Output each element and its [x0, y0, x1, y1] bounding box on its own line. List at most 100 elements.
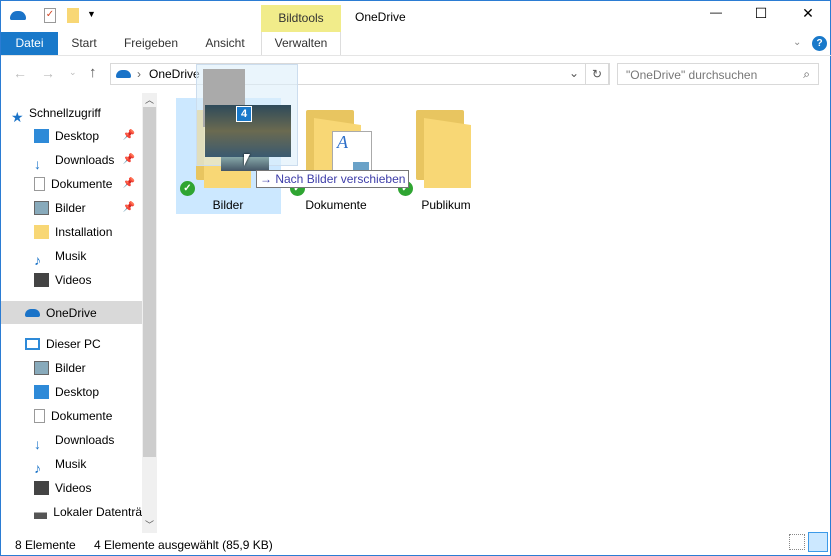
nav-quick-downloads[interactable]: ↓ Downloads 📌 [34, 149, 141, 172]
pin-icon[interactable]: 📌 [123, 197, 135, 219]
window-title: OneDrive [355, 10, 406, 24]
nav-label: Musik [55, 457, 87, 471]
videos-icon [34, 481, 49, 495]
music-icon: ♪ [34, 460, 41, 476]
drag-count-badge: 4 [236, 106, 252, 122]
documents-icon [34, 177, 45, 191]
nav-quick-videos[interactable]: Videos [34, 269, 141, 291]
desktop-icon [34, 385, 49, 399]
tab-ansicht[interactable]: Ansicht [197, 32, 253, 55]
breadcrumb-onedrive[interactable]: OneDrive [149, 67, 200, 81]
navigation-pane: ★ Schnellzugriff Desktop 📌 ↓ Downloads 📌 Dok… [1, 93, 157, 533]
up-button[interactable]: ↑ [89, 64, 97, 81]
address-dropdown-icon[interactable]: ⌄ [569, 66, 579, 80]
onedrive-icon [10, 11, 26, 20]
context-tab-bildtools: Bildtools [261, 5, 341, 32]
sync-check-icon: ✓ [180, 181, 195, 196]
documents-icon [34, 409, 45, 423]
music-icon: ♪ [34, 252, 41, 268]
videos-icon [34, 273, 49, 287]
nav-pc-local-disk[interactable]: Lokaler Datenträ [34, 501, 142, 523]
search-input[interactable]: "OneDrive" durchsuchen ⌕ [617, 63, 819, 85]
quick-access-dropdown-icon[interactable]: ▼ [87, 9, 96, 19]
scroll-up-icon[interactable]: ︿ [145, 93, 154, 106]
pin-icon[interactable]: 📌 [123, 173, 135, 195]
nav-label: Dokumente [51, 409, 113, 423]
back-button[interactable]: ← [13, 65, 27, 81]
search-placeholder: "OneDrive" durchsuchen [626, 68, 758, 82]
ribbon-divider [1, 55, 831, 56]
downloads-icon: ↓ [34, 156, 41, 172]
nav-quick-bilder[interactable]: Bilder 📌 [34, 197, 141, 219]
nav-label: Dokumente [51, 177, 113, 191]
nav-label: Videos [55, 481, 92, 495]
pin-icon[interactable]: 📌 [123, 149, 135, 171]
help-button[interactable]: ? [812, 36, 827, 51]
tab-datei[interactable]: Datei [1, 32, 58, 55]
nav-label: Videos [55, 273, 92, 287]
drive-icon [34, 505, 48, 519]
breadcrumb-separator-icon: › [137, 67, 141, 81]
search-icon: ⌕ [803, 67, 810, 81]
onedrive-icon [25, 308, 40, 317]
nav-label: Downloads [55, 433, 115, 447]
large-icons-view-button[interactable] [808, 532, 828, 552]
desktop-icon [34, 129, 49, 143]
nav-quick-musik[interactable]: ♪ Musik [34, 245, 141, 268]
downloads-icon: ↓ [34, 436, 41, 452]
folder-label: Publikum [421, 198, 471, 212]
nav-label: Bilder [55, 361, 86, 375]
arrow-icon: → [260, 172, 272, 186]
address-bar[interactable]: › OneDrive ⌄ [110, 63, 610, 85]
nav-scrollbar[interactable]: ︿ ﹀ [142, 93, 157, 533]
nav-quick-dokumente[interactable]: Dokumente 📌 [34, 173, 141, 195]
nav-onedrive[interactable]: OneDrive [1, 301, 142, 324]
nav-label: Downloads [55, 153, 115, 167]
nav-label: Bilder [55, 201, 86, 215]
cursor-icon [244, 154, 250, 166]
tooltip-text: Nach Bilder verschieben [275, 172, 406, 186]
nav-label: Desktop [55, 129, 100, 143]
scroll-thumb[interactable] [143, 107, 156, 457]
folder-label: Bilder [212, 198, 244, 212]
maximize-button[interactable]: ☐ [746, 5, 776, 22]
nav-quick-installation[interactable]: Installation [34, 221, 141, 243]
drag-tooltip: → Nach Bilder verschieben [256, 170, 409, 188]
onedrive-icon [116, 70, 131, 78]
recent-dropdown[interactable]: ⌄ [69, 67, 77, 78]
nav-quick-access[interactable]: ★ Schnellzugriff [11, 102, 151, 125]
properties-icon[interactable]: ✓ [44, 8, 56, 23]
folder-icon [34, 225, 49, 239]
close-button[interactable]: ✕ [793, 5, 823, 22]
nav-label: Dieser PC [46, 337, 101, 351]
nav-label: Musik [55, 249, 87, 263]
folder-dokumente[interactable]: A ✓ Dokumente [286, 98, 391, 214]
forward-button[interactable]: → [41, 65, 55, 81]
ribbon-expand-icon[interactable]: ⌄ [793, 37, 801, 48]
refresh-button[interactable]: ↻ [585, 63, 609, 85]
nav-label: Desktop [55, 385, 100, 399]
nav-label: Installation [55, 225, 113, 239]
new-folder-icon[interactable] [67, 8, 79, 23]
tab-verwalten[interactable]: Verwalten [261, 32, 341, 55]
folder-icon [416, 110, 471, 188]
folder-label: Dokumente [305, 198, 367, 212]
pictures-icon [34, 361, 49, 375]
nav-label: OneDrive [46, 305, 97, 320]
tab-start[interactable]: Start [61, 32, 107, 55]
details-view-button[interactable] [789, 534, 805, 550]
status-selection: 4 Elemente ausgewählt (85,9 KB) [94, 538, 273, 552]
nav-label: Lokaler Datenträ [53, 505, 142, 519]
scroll-down-icon[interactable]: ﹀ [145, 518, 154, 531]
tab-freigeben[interactable]: Freigeben [116, 32, 186, 55]
star-icon: ★ [11, 109, 24, 125]
drag-preview: 4 [196, 64, 298, 171]
nav-label: Schnellzugriff [29, 106, 101, 120]
pin-icon[interactable]: 📌 [123, 125, 135, 147]
folder-publikum[interactable]: ✓ Publikum [396, 98, 501, 214]
computer-icon [25, 338, 40, 350]
pictures-icon [34, 201, 49, 215]
nav-quick-desktop[interactable]: Desktop 📌 [34, 125, 141, 147]
minimize-button[interactable]: — [701, 5, 731, 19]
status-count: 8 Elemente [15, 538, 76, 552]
